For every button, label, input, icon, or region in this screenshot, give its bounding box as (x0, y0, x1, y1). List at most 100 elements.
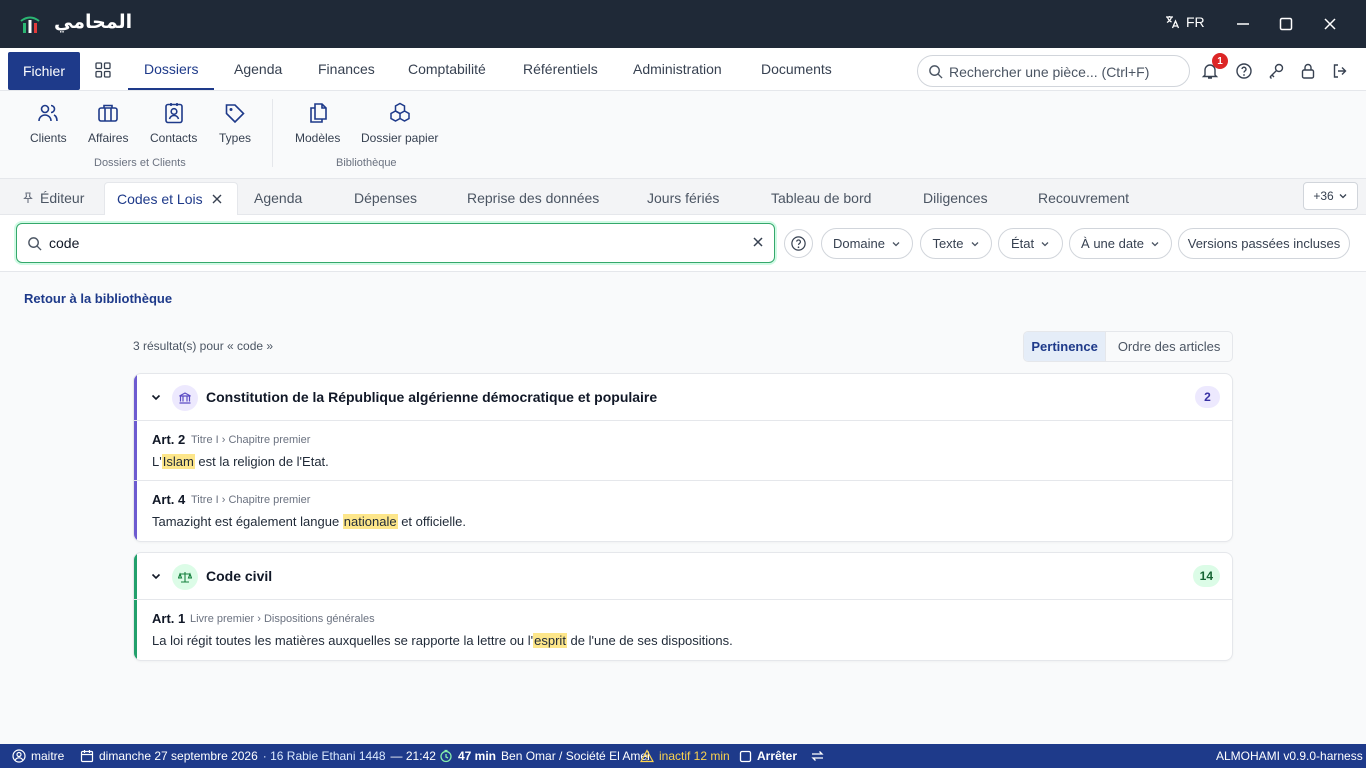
tab-reprise-des-donnees[interactable]: Reprise des données (467, 190, 599, 206)
maximize-button[interactable] (1274, 12, 1298, 36)
modeles-label: Modèles (295, 131, 341, 145)
status-date: dimanche 27 septembre 2026 · 16 Rabie Et… (80, 749, 436, 763)
chevron-down-icon (1151, 241, 1159, 246)
filter-domaine[interactable]: Domaine (821, 228, 913, 259)
tab-jours-feries[interactable]: Jours fériés (647, 190, 719, 206)
menu-documents[interactable]: Documents (761, 61, 832, 77)
key-icon[interactable] (1267, 62, 1285, 80)
affaires-button[interactable]: Affaires (88, 101, 128, 145)
clear-search-icon[interactable] (752, 236, 764, 248)
article-number: Art. 4 (152, 492, 186, 507)
menu-comptabilite[interactable]: Comptabilité (408, 61, 486, 77)
article-number: Art. 1 (152, 611, 186, 626)
tab-agenda[interactable]: Agenda (254, 190, 302, 206)
app-version: ALMOHAMI v0.9.0-harness (1216, 749, 1363, 763)
logout-icon[interactable] (1331, 62, 1349, 80)
contact-card-icon (164, 103, 183, 124)
switch-arrows-icon (811, 751, 824, 761)
switch-timer-button[interactable] (810, 749, 825, 763)
warning-icon (640, 749, 654, 763)
search-icon (929, 65, 943, 79)
close-tab-icon[interactable] (211, 193, 223, 205)
tab-recouvrement[interactable]: Recouvrement (1038, 190, 1129, 206)
status-inactivity: inactif 12 min (640, 749, 730, 763)
group-count-badge: 2 (1195, 386, 1220, 408)
tab-diligences[interactable]: Diligences (923, 190, 988, 206)
dossier-papier-label: Dossier papier (361, 131, 439, 145)
article-path: Titre I › Chapitre premier (191, 494, 311, 506)
status-timer[interactable]: 47 min Ben Omar / Société El Amel (439, 749, 650, 763)
scales-icon (172, 564, 198, 590)
excerpt-after: et officielle. (397, 514, 466, 529)
result-group-code-civil: Code civil 14 Art. 1 Livre premier › Dis… (133, 552, 1233, 661)
help-icon[interactable] (1235, 62, 1253, 80)
dossier-papier-button[interactable]: Dossier papier (361, 101, 438, 145)
back-to-library-link[interactable]: Retour à la bibliothèque (24, 291, 172, 306)
tab-codes-et-lois[interactable]: Codes et Lois (104, 182, 238, 216)
document-search-input[interactable]: Rechercher une pièce... (Ctrl+F) (917, 55, 1190, 87)
excerpt-before: L' (152, 454, 162, 469)
filter-a-une-date-label: À une date (1081, 236, 1144, 251)
clients-button[interactable]: Clients (30, 101, 67, 145)
apps-grid-icon[interactable] (94, 61, 112, 79)
chevron-down-icon[interactable] (150, 570, 162, 582)
sort-ordre-articles-button[interactable]: Ordre des articles (1106, 332, 1232, 361)
chevron-down-icon (971, 241, 978, 246)
tab-editeur[interactable]: Éditeur (22, 190, 84, 206)
chevron-down-icon (1339, 194, 1347, 199)
active-menu-indicator (128, 88, 214, 90)
excerpt-before: Tamazight est également langue (152, 514, 343, 529)
article-path: Titre I › Chapitre premier (191, 434, 311, 446)
menu-referentiels[interactable]: Référentiels (523, 61, 598, 77)
filter-texte[interactable]: Texte (920, 228, 992, 259)
article-number: Art. 2 (152, 432, 186, 447)
status-time: — 21:42 (390, 749, 436, 763)
types-button[interactable]: Types (219, 101, 251, 145)
contacts-button[interactable]: Contacts (150, 101, 197, 145)
language-switcher[interactable]: FR (1164, 14, 1205, 30)
article-row[interactable]: Art. 1 Livre premier › Dispositions géné… (134, 600, 1232, 660)
help-icon (791, 236, 806, 251)
menu-finances[interactable]: Finances (318, 61, 375, 77)
chevron-down-icon (1041, 241, 1049, 246)
excerpt-after: est la religion de l'Etat. (194, 454, 329, 469)
filter-versions-passees[interactable]: Versions passées incluses (1178, 228, 1350, 259)
sort-pertinence-button[interactable]: Pertinence (1024, 332, 1107, 361)
clients-label: Clients (30, 131, 67, 145)
status-bar: maitre dimanche 27 septembre 2026 · 16 R… (0, 744, 1366, 768)
article-excerpt: Tamazight est également langue nationale… (152, 514, 466, 529)
group-title: Code civil (206, 568, 273, 584)
minimize-button[interactable] (1231, 12, 1255, 36)
status-user[interactable]: maitre (12, 749, 64, 763)
filter-etat[interactable]: État (998, 228, 1063, 259)
fichier-button[interactable]: Fichier (8, 52, 80, 90)
users-icon (38, 104, 59, 122)
group-header[interactable]: Code civil 14 (134, 553, 1232, 600)
tab-depenses[interactable]: Dépenses (354, 190, 417, 206)
minimize-icon (1237, 23, 1249, 25)
lock-icon[interactable] (1299, 62, 1317, 80)
close-window-button[interactable] (1318, 12, 1342, 36)
tab-tableau-de-bord[interactable]: Tableau de bord (771, 190, 871, 206)
menu-administration[interactable]: Administration (633, 61, 722, 77)
filter-texte-label: Texte (932, 236, 964, 251)
types-label: Types (219, 131, 252, 145)
article-row[interactable]: Art. 2 Titre I › Chapitre premier L'Isla… (134, 421, 1232, 481)
language-label: FR (1186, 14, 1205, 30)
sort-toggle: Pertinence Ordre des articles (1023, 331, 1233, 362)
search-placeholder: Rechercher une pièce... (Ctrl+F) (949, 64, 1150, 80)
tag-icon (225, 104, 245, 124)
more-tabs-button[interactable]: +36 (1303, 182, 1358, 210)
chevron-down-icon[interactable] (150, 391, 162, 403)
article-row[interactable]: Art. 4 Titre I › Chapitre premier Tamazi… (134, 481, 1232, 541)
menu-dossiers[interactable]: Dossiers (144, 61, 198, 77)
search-highlight: nationale (342, 514, 398, 529)
ribbon-separator (272, 99, 273, 167)
group-header[interactable]: Constitution de la République algérienne… (134, 374, 1232, 421)
filter-a-une-date[interactable]: À une date (1069, 228, 1172, 259)
law-search-input[interactable] (49, 233, 739, 253)
modeles-button[interactable]: Modèles (295, 101, 340, 145)
stop-timer-button[interactable]: Arrêter (739, 749, 797, 763)
search-help-button[interactable] (784, 229, 813, 258)
menu-agenda[interactable]: Agenda (234, 61, 282, 77)
